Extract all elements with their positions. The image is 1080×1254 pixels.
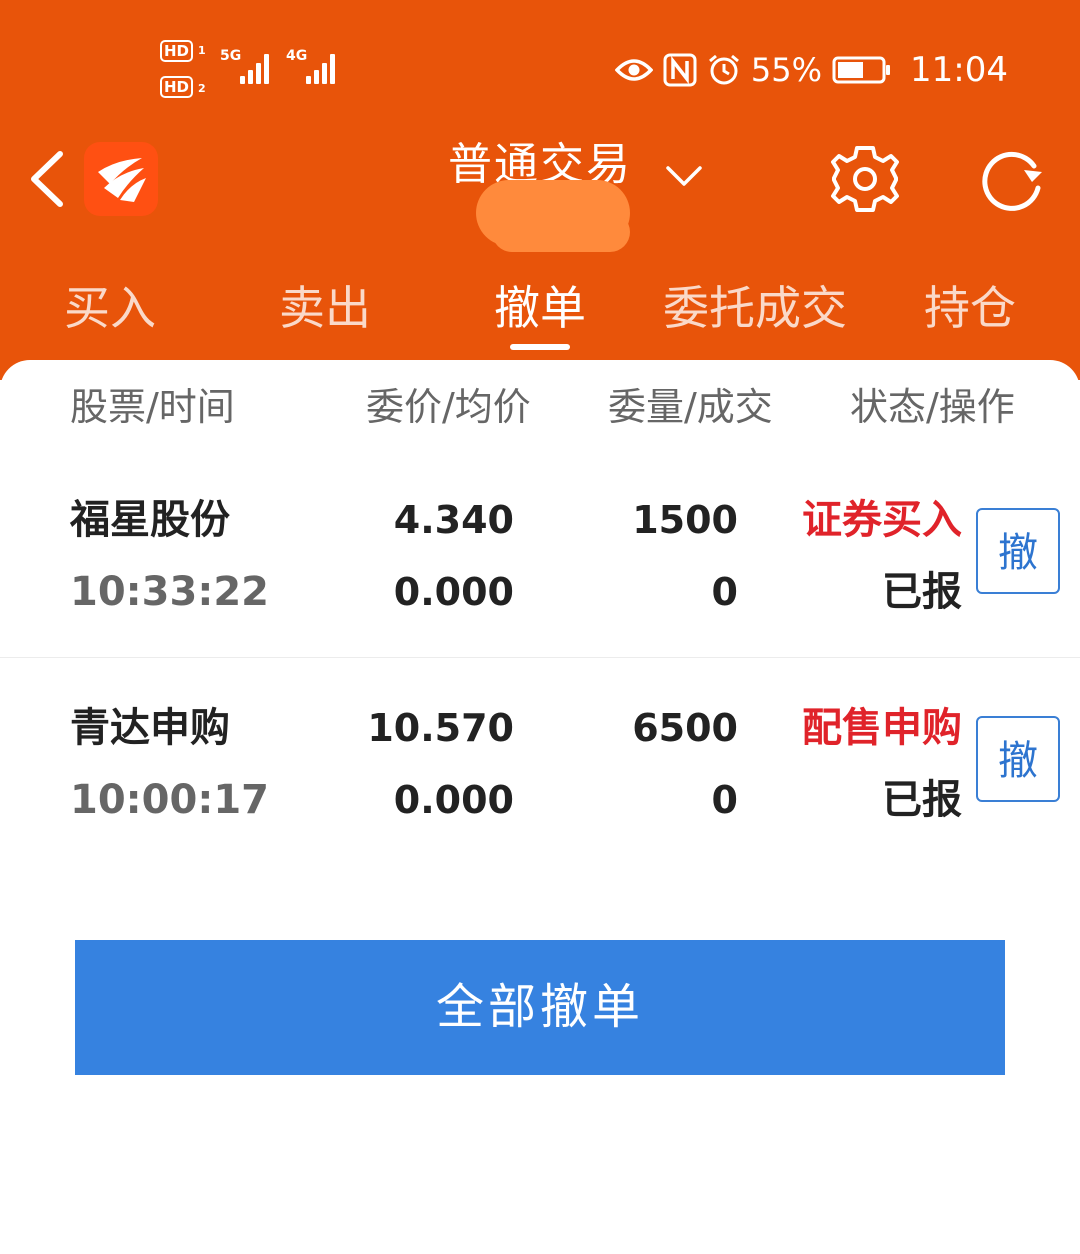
status-clock: 11:04 [910, 50, 1008, 90]
tab-cancel-order[interactable]: 撤单 [470, 270, 610, 346]
column-header-price: 委价/均价 [366, 385, 531, 429]
battery-percent: 55% [750, 51, 823, 89]
signal-icon-2 [306, 52, 335, 84]
hd-badge-2: HD [160, 76, 194, 98]
order-qty: 1500 [632, 498, 738, 542]
battery-icon [832, 56, 891, 84]
tab-positions[interactable]: 持仓 [900, 270, 1040, 346]
gear-icon[interactable] [830, 144, 900, 214]
order-stock-name: 青达申购 [70, 705, 230, 751]
alarm-icon [708, 54, 739, 85]
row-divider [0, 657, 1080, 658]
order-filled: 0 [711, 778, 738, 822]
refresh-icon[interactable] [976, 144, 1050, 214]
order-status: 已报 [882, 777, 962, 823]
order-time: 10:00:17 [70, 777, 269, 823]
tab-orders-trades[interactable]: 委托成交 [650, 270, 860, 346]
eye-icon [614, 59, 653, 81]
cancel-all-button[interactable]: 全部撤单 [75, 940, 1005, 1075]
order-side: 配售申购 [802, 705, 962, 751]
redacted-account-tail [492, 212, 630, 252]
column-header-stock-time: 股票/时间 [70, 385, 235, 429]
order-qty: 6500 [632, 706, 738, 750]
column-header-qty: 委量/成交 [608, 385, 773, 429]
order-avg-price: 0.000 [393, 778, 514, 822]
order-stock-name: 福星股份 [70, 497, 230, 543]
tab-buy[interactable]: 买入 [40, 270, 180, 346]
order-side: 证券买入 [802, 497, 962, 543]
order-price: 10.570 [367, 706, 514, 750]
status-bar-right: 55% 11:04 [614, 48, 1008, 92]
nfc-icon [663, 53, 697, 87]
active-tab-indicator [510, 344, 570, 350]
trade-tabs: 买入 卖出 撤单 委托成交 持仓 [0, 270, 1080, 350]
sim-1-label: 1 [198, 44, 206, 57]
cancel-order-button[interactable]: 撤 [976, 508, 1060, 594]
order-filled: 0 [711, 570, 738, 614]
order-avg-price: 0.000 [393, 570, 514, 614]
order-status: 已报 [882, 569, 962, 615]
hd-badge-1: HD [160, 40, 194, 62]
cancel-order-button[interactable]: 撤 [976, 716, 1060, 802]
sim-2-label: 2 [198, 82, 206, 95]
signal-icon-1 [240, 52, 269, 84]
network-type-1: 5G [220, 48, 242, 64]
status-bar-signals: HD 1 HD 2 5G 4G [160, 38, 350, 102]
order-price: 4.340 [393, 498, 514, 542]
network-type-2: 4G [286, 48, 308, 64]
tab-sell[interactable]: 卖出 [255, 270, 395, 346]
order-time: 10:33:22 [70, 569, 269, 615]
column-header-status: 状态/操作 [850, 385, 1015, 429]
chevron-down-icon[interactable] [664, 162, 704, 192]
